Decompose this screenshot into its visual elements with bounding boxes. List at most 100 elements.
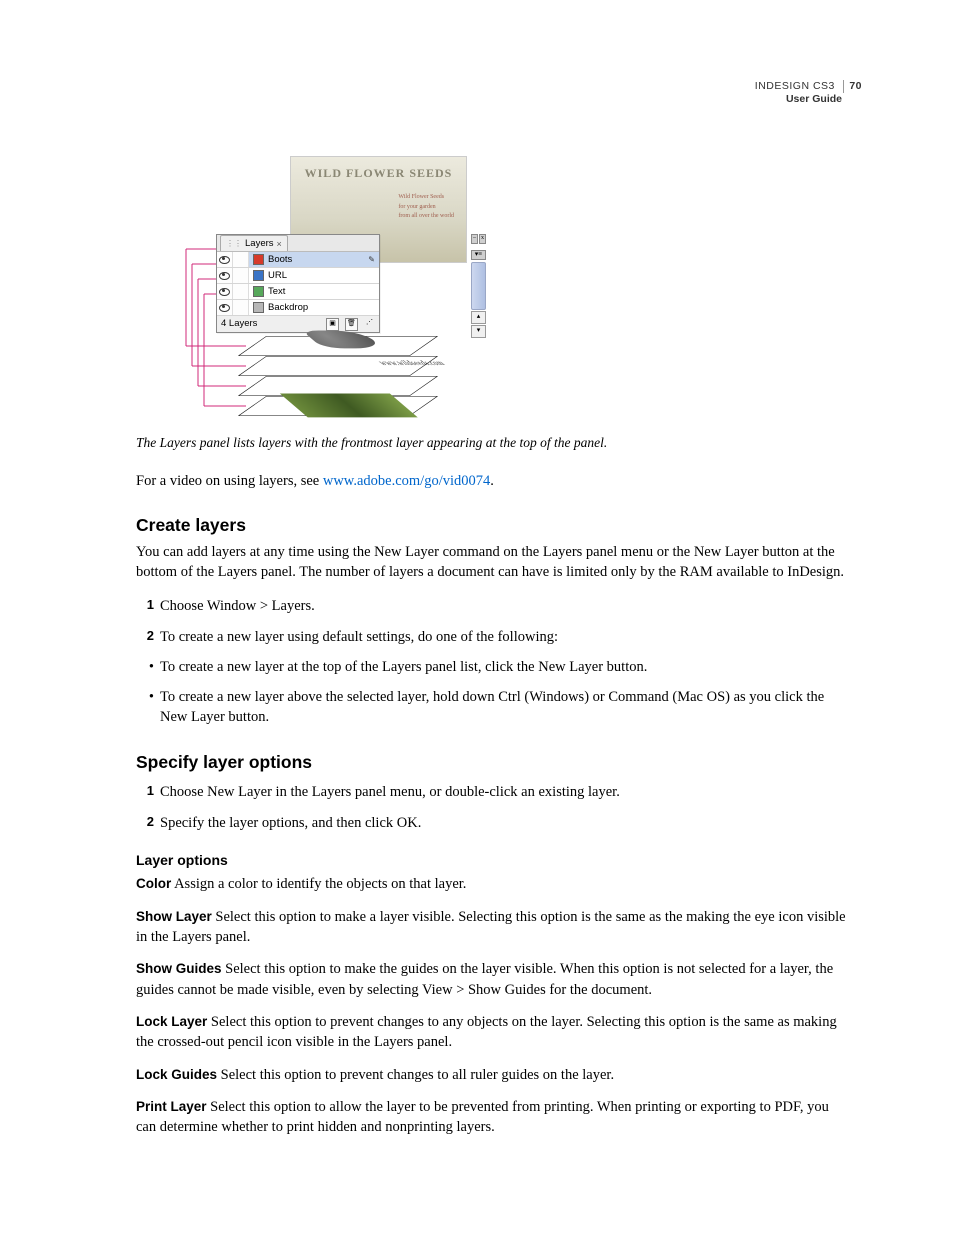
running-header: INDESIGN CS3 70 User Guide <box>755 80 862 105</box>
option-term: Color <box>136 876 171 891</box>
lock-toggle[interactable] <box>233 268 249 283</box>
boot-art-icon <box>302 330 383 348</box>
heading-specify-options: Specify layer options <box>136 750 848 775</box>
layers-tab-label: Layers <box>245 237 274 250</box>
resize-grip-icon[interactable]: ⋰ <box>364 318 375 329</box>
create-layers-paragraph: You can add layers at any time using the… <box>136 542 848 583</box>
option-term: Lock Guides <box>136 1067 217 1082</box>
plane-url-text: www.wildseeds.com <box>376 359 450 369</box>
step-text: Choose Window > Layers. <box>160 596 315 616</box>
layer-color-swatch <box>253 286 264 297</box>
figure-caption: The Layers panel lists layers with the f… <box>136 434 848 453</box>
lock-toggle[interactable] <box>233 284 249 299</box>
visibility-toggle[interactable] <box>217 268 233 283</box>
bullet-text: To create a new layer above the selected… <box>160 687 848 728</box>
option-term: Print Layer <box>136 1099 207 1114</box>
bullet-text: To create a new layer at the top of the … <box>160 657 647 677</box>
layer-row[interactable]: URL <box>217 268 379 284</box>
eye-icon <box>219 256 230 264</box>
option-desc: Select this option to prevent changes to… <box>217 1067 614 1083</box>
lock-toggle[interactable] <box>233 300 249 315</box>
subhead-layer-options: Layer options <box>136 851 848 871</box>
option-item: Lock Guides Select this option to preven… <box>136 1065 848 1085</box>
visibility-toggle[interactable] <box>217 300 233 315</box>
layer-color-swatch <box>253 254 264 265</box>
option-desc: Assign a color to identify the objects o… <box>171 876 466 892</box>
layer-options-list: Color Assign a color to identify the obj… <box>136 874 848 1137</box>
layer-name: URL <box>268 269 287 282</box>
layers-tab[interactable]: ⋮⋮ Layers × <box>220 235 288 250</box>
option-term: Show Layer <box>136 909 212 924</box>
intro-post: . <box>490 473 494 489</box>
plane-url: www.wildseeds.com <box>238 356 438 376</box>
panel-tabbar: ⋮⋮ Layers × <box>217 235 379 252</box>
option-desc: Select this option to make the guides on… <box>136 961 833 997</box>
layer-name: Boots <box>268 253 292 266</box>
layers-figure: WILD FLOWER SEEDS Wild Flower Seeds for … <box>176 156 486 426</box>
heading-create-layers: Create layers <box>136 513 848 538</box>
step-number: 1 <box>136 782 154 802</box>
grass-art-icon <box>280 394 418 418</box>
step-number: 2 <box>136 813 154 833</box>
close-icon[interactable]: x <box>479 234 486 244</box>
layer-row[interactable]: Backdrop <box>217 300 379 316</box>
layer-name: Backdrop <box>268 301 308 314</box>
option-desc: Select this option to make a layer visib… <box>136 909 846 945</box>
option-term: Show Guides <box>136 961 222 976</box>
eye-icon <box>219 272 230 280</box>
option-desc: Select this option to allow the layer to… <box>136 1099 829 1135</box>
panel-menu-icon[interactable]: ▾≡ <box>471 250 486 260</box>
product-name: INDESIGN CS3 <box>755 80 835 92</box>
option-item: Lock Layer Select this option to prevent… <box>136 1012 848 1053</box>
step-text: Specify the layer options, and then clic… <box>160 813 421 833</box>
step-item: 1 Choose New Layer in the Layers panel me… <box>136 782 848 802</box>
bullet-item: To create a new layer at the top of the … <box>136 657 848 677</box>
tab-close-icon[interactable]: × <box>277 238 282 251</box>
bullet-item: To create a new layer above the selected… <box>136 687 848 728</box>
layer-color-swatch <box>253 302 264 313</box>
content: WILD FLOWER SEEDS Wild Flower Seeds for … <box>136 156 848 1137</box>
step-item: 1 Choose Window > Layers. <box>136 596 848 616</box>
step-number: 1 <box>136 596 154 616</box>
doc-art-title: WILD FLOWER SEEDS <box>291 157 466 182</box>
layers-panel: ⋮⋮ Layers × Boots✎URLTextBackdrop 4 Laye… <box>216 234 380 333</box>
page-number: 70 <box>843 80 862 93</box>
intro-pre: For a video on using layers, see <box>136 473 323 489</box>
eye-icon <box>219 304 230 312</box>
visibility-toggle[interactable] <box>217 252 233 267</box>
minimize-icon[interactable]: – <box>471 234 478 244</box>
intro-paragraph: For a video on using layers, see www.ado… <box>136 471 848 491</box>
scroll-up-icon[interactable]: ▴ <box>471 311 486 324</box>
option-term: Lock Layer <box>136 1014 207 1029</box>
panel-scrollbar[interactable] <box>471 262 486 310</box>
step-text: To create a new layer using default sett… <box>160 627 558 647</box>
scroll-down-icon[interactable]: ▾ <box>471 325 486 338</box>
video-link[interactable]: www.adobe.com/go/vid0074 <box>323 473 490 489</box>
panel-window-controls: – x ▾≡ ▴ ▾ <box>471 234 486 338</box>
option-item: Print Layer Select this option to allow … <box>136 1097 848 1138</box>
doc-art-textlines: Wild Flower Seeds for your garden from a… <box>398 193 454 222</box>
step-item: 2 To create a new layer using default set… <box>136 627 848 647</box>
layer-name: Text <box>268 285 285 298</box>
page: INDESIGN CS3 70 User Guide WILD FLOWER S… <box>0 0 954 1235</box>
plane-boots <box>238 336 438 356</box>
step-text: Choose New Layer in the Layers panel men… <box>160 782 620 802</box>
layer-planes-diagram: www.wildseeds.com <box>222 328 440 428</box>
lock-toggle[interactable] <box>233 252 249 267</box>
guide-name: User Guide <box>755 93 862 106</box>
layer-row[interactable]: Boots ✎ <box>217 252 379 268</box>
layer-row[interactable]: Text <box>217 284 379 300</box>
step-number: 2 <box>136 627 154 647</box>
layer-color-swatch <box>253 270 264 281</box>
create-steps: 1 Choose Window > Layers. 2 To create a ne… <box>136 596 848 647</box>
option-desc: Select this option to prevent changes to… <box>136 1014 837 1050</box>
option-item: Show Guides Select this option to make t… <box>136 959 848 1000</box>
option-item: Color Assign a color to identify the obj… <box>136 874 848 894</box>
pen-icon: ✎ <box>368 254 375 265</box>
specify-steps: 1 Choose New Layer in the Layers panel me… <box>136 782 848 833</box>
step-item: 2 Specify the layer options, and then cli… <box>136 813 848 833</box>
eye-icon <box>219 288 230 296</box>
visibility-toggle[interactable] <box>217 284 233 299</box>
create-bullets: To create a new layer at the top of the … <box>136 657 848 728</box>
tab-grip-icon: ⋮⋮ <box>226 238 242 249</box>
